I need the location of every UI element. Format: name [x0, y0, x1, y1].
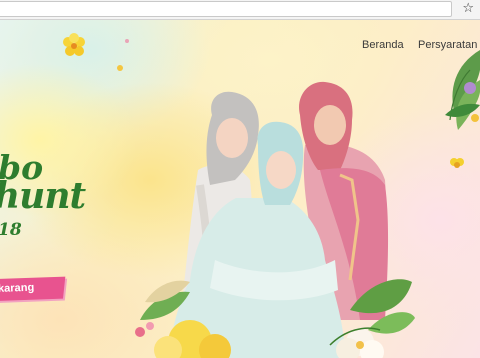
browser-toolbar: ☆ [0, 0, 480, 20]
hero-banner: Beranda Persyaratan bo hunt 18 karang [0, 20, 480, 358]
address-bar[interactable] [0, 1, 452, 17]
logo-line-2: hunt [0, 175, 86, 217]
nav-link-home[interactable]: Beranda [362, 39, 404, 51]
cta-button[interactable]: karang [0, 276, 66, 302]
leaves-decoration [445, 50, 480, 130]
flower-decoration [63, 33, 85, 56]
cta-label: karang [0, 281, 35, 295]
nav-link-terms[interactable]: Persyaratan [418, 39, 477, 51]
star-icon[interactable]: ☆ [462, 1, 474, 17]
logo-line-3: 18 [0, 220, 22, 240]
